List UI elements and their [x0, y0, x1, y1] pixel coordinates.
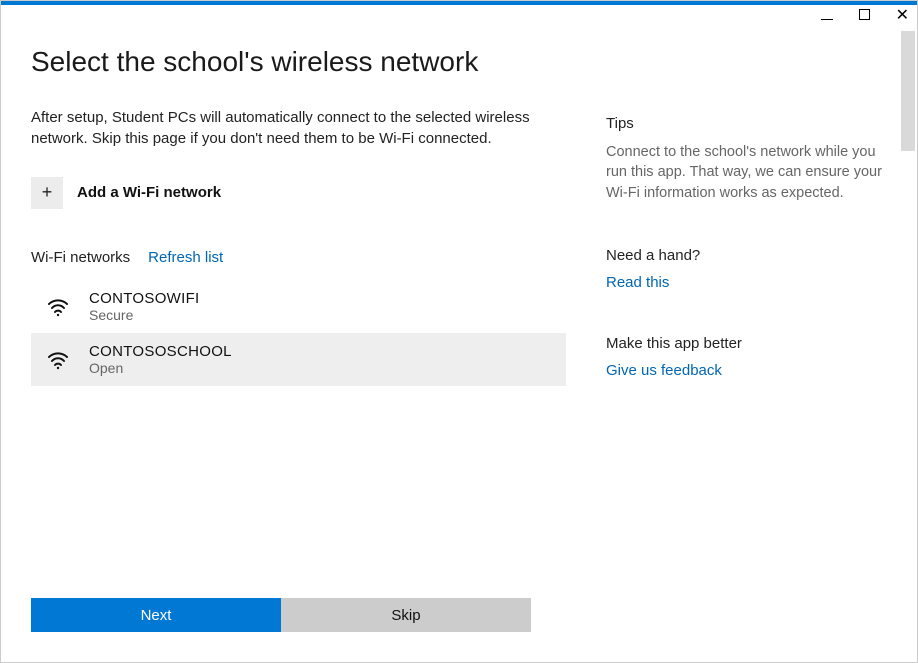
- page-subtitle: After setup, Student PCs will automatica…: [31, 107, 531, 149]
- wifi-icon: [45, 293, 71, 319]
- wifi-name: CONTOSOSCHOOL: [89, 343, 232, 360]
- wifi-icon: [45, 346, 71, 372]
- wifi-list-heading: Wi-Fi networks: [31, 249, 130, 266]
- next-button[interactable]: Next: [31, 598, 281, 632]
- add-wifi-button[interactable]: + Add a Wi-Fi network: [31, 177, 221, 209]
- plus-icon: +: [31, 177, 63, 209]
- help-heading: Need a hand?: [606, 247, 887, 264]
- tips-body: Connect to the school's network while yo…: [606, 142, 887, 203]
- add-wifi-label: Add a Wi-Fi network: [77, 184, 221, 201]
- help-section: Need a hand? Read this: [606, 247, 887, 291]
- wifi-name: CONTOSOWIFI: [89, 290, 200, 307]
- wifi-security: Open: [89, 360, 232, 376]
- wifi-item-contososchool[interactable]: CONTOSOSCHOOL Open: [31, 333, 566, 386]
- tips-section: Tips Connect to the school's network whi…: [606, 115, 887, 203]
- refresh-list-link[interactable]: Refresh list: [148, 249, 223, 266]
- tips-heading: Tips: [606, 115, 887, 132]
- wifi-item-contosowifi[interactable]: CONTOSOWIFI Secure: [31, 280, 566, 333]
- feedback-section: Make this app better Give us feedback: [606, 335, 887, 379]
- feedback-link[interactable]: Give us feedback: [606, 362, 887, 379]
- page-title: Select the school's wireless network: [31, 45, 566, 79]
- feedback-heading: Make this app better: [606, 335, 887, 352]
- wifi-list: CONTOSOWIFI Secure CONTOSOSCHOOL Open: [31, 280, 566, 386]
- read-this-link[interactable]: Read this: [606, 274, 887, 291]
- skip-button[interactable]: Skip: [281, 598, 531, 632]
- wifi-security: Secure: [89, 307, 200, 323]
